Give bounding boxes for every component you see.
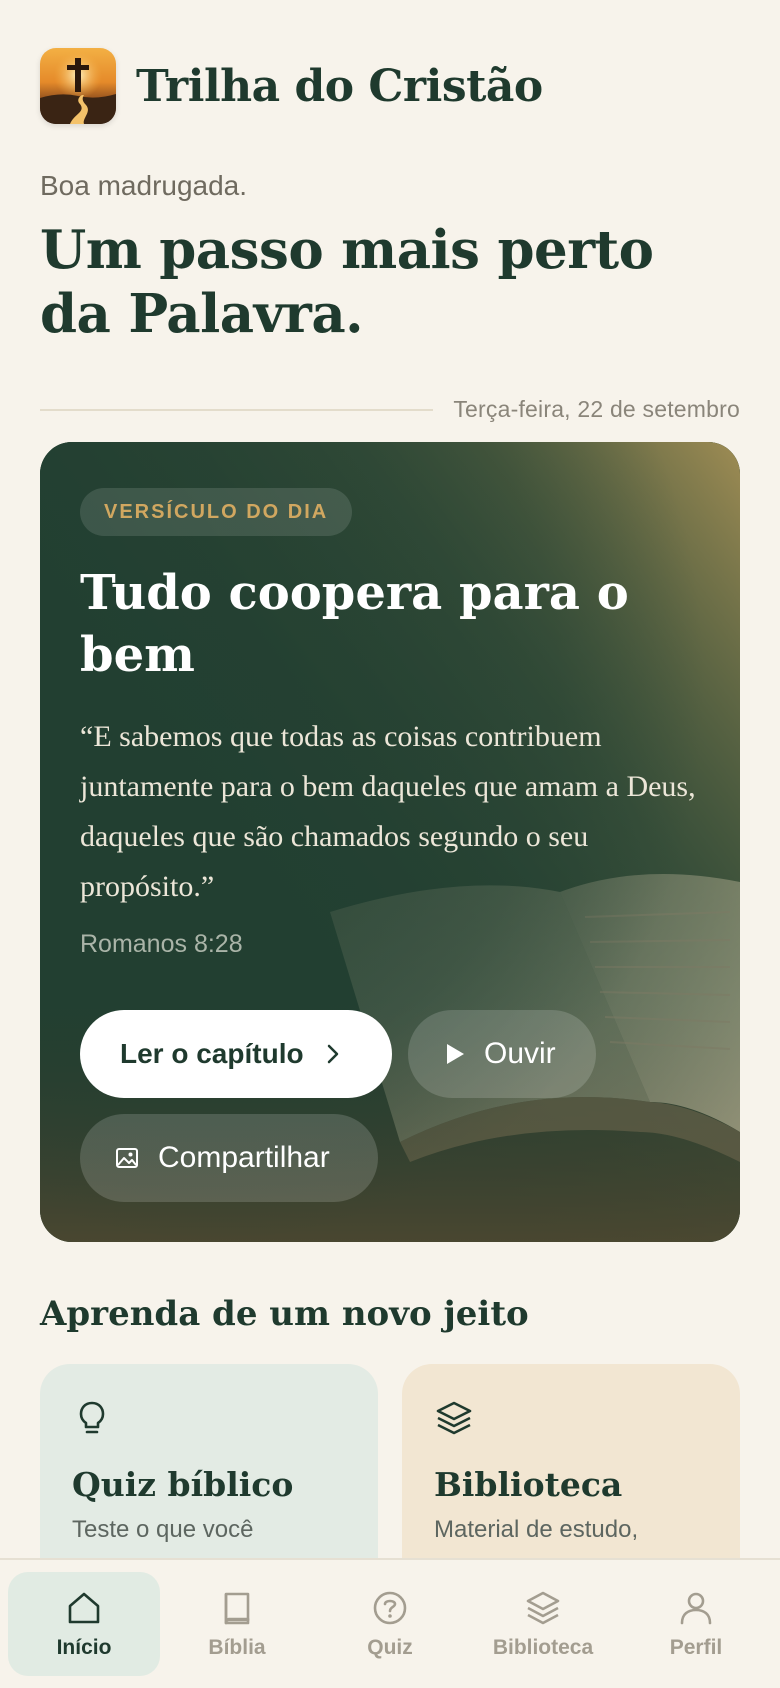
- nav-item-profile[interactable]: Perfil: [620, 1572, 772, 1676]
- chevron-right-icon: [327, 1044, 338, 1064]
- play-icon: [447, 1044, 464, 1064]
- verse-badge: VERSÍCULO DO DIA: [80, 488, 353, 536]
- nav-item-library[interactable]: Biblioteca: [467, 1572, 619, 1676]
- nav-label-bible: Bíblia: [208, 1636, 266, 1659]
- share-button[interactable]: Compartilhar: [80, 1114, 378, 1202]
- nav-item-quiz[interactable]: Quiz: [314, 1572, 466, 1676]
- nav-label-library: Biblioteca: [492, 1636, 594, 1659]
- verse-title: Tudo coopera para o bem: [80, 565, 629, 683]
- page-headline: Um passo mais perto da Palavra.: [40, 219, 654, 345]
- bottom-navigation: Início Bíblia Quiz Biblioteca Perfil: [0, 1558, 780, 1688]
- current-date: Terça-feira, 22 de setembro: [453, 396, 740, 422]
- question-circle-icon: [373, 1591, 407, 1625]
- nav-label-quiz: Quiz: [367, 1636, 413, 1659]
- verse-reference: Romanos 8:28: [80, 930, 243, 958]
- nav-label-home: Início: [56, 1636, 112, 1659]
- lightbulb-icon: [79, 1401, 105, 1434]
- nav-item-home[interactable]: Início: [8, 1572, 160, 1676]
- listen-button[interactable]: Ouvir: [408, 1010, 596, 1098]
- read-chapter-label: Ler o capítulo: [120, 1038, 304, 1069]
- library-card-description: Material de estudo,: [434, 1516, 639, 1543]
- quiz-card-title: Quiz bíblico: [72, 1465, 294, 1504]
- quiz-card-description: Teste o que você: [72, 1516, 254, 1543]
- date-row: Terça-feira, 22 de setembro: [40, 396, 740, 423]
- library-card-title: Biblioteca: [434, 1465, 623, 1504]
- share-label: Compartilhar: [158, 1141, 330, 1174]
- nav-label-profile: Perfil: [669, 1636, 723, 1659]
- greeting: Boa madrugada.: [40, 170, 248, 201]
- user-icon: [680, 1592, 712, 1625]
- verse-of-the-day-card: VERSÍCULO DO DIA Tudo coopera para o bem…: [40, 442, 740, 1242]
- home-icon: [68, 1592, 100, 1624]
- verse-content: VERSÍCULO DO DIA Tudo coopera para o bem…: [80, 488, 700, 959]
- layers-icon: [526, 1591, 560, 1625]
- listen-label: Ouvir: [484, 1037, 556, 1070]
- app-title: Trilha do Cristão: [136, 60, 543, 112]
- book-icon: [224, 1592, 250, 1625]
- learn-section-title: Aprenda de um novo jeito: [40, 1294, 529, 1334]
- image-icon: [116, 1148, 138, 1168]
- date-divider: [40, 408, 434, 411]
- nav-item-bible[interactable]: Bíblia: [161, 1572, 313, 1676]
- layers-icon: [436, 1401, 472, 1435]
- app-header: Trilha do Cristão: [40, 48, 543, 124]
- verse-text: “E sabemos que todas as coisas contribue…: [80, 720, 696, 903]
- read-chapter-button[interactable]: Ler o capítulo: [80, 1010, 392, 1098]
- app-logo-icon: [40, 48, 116, 124]
